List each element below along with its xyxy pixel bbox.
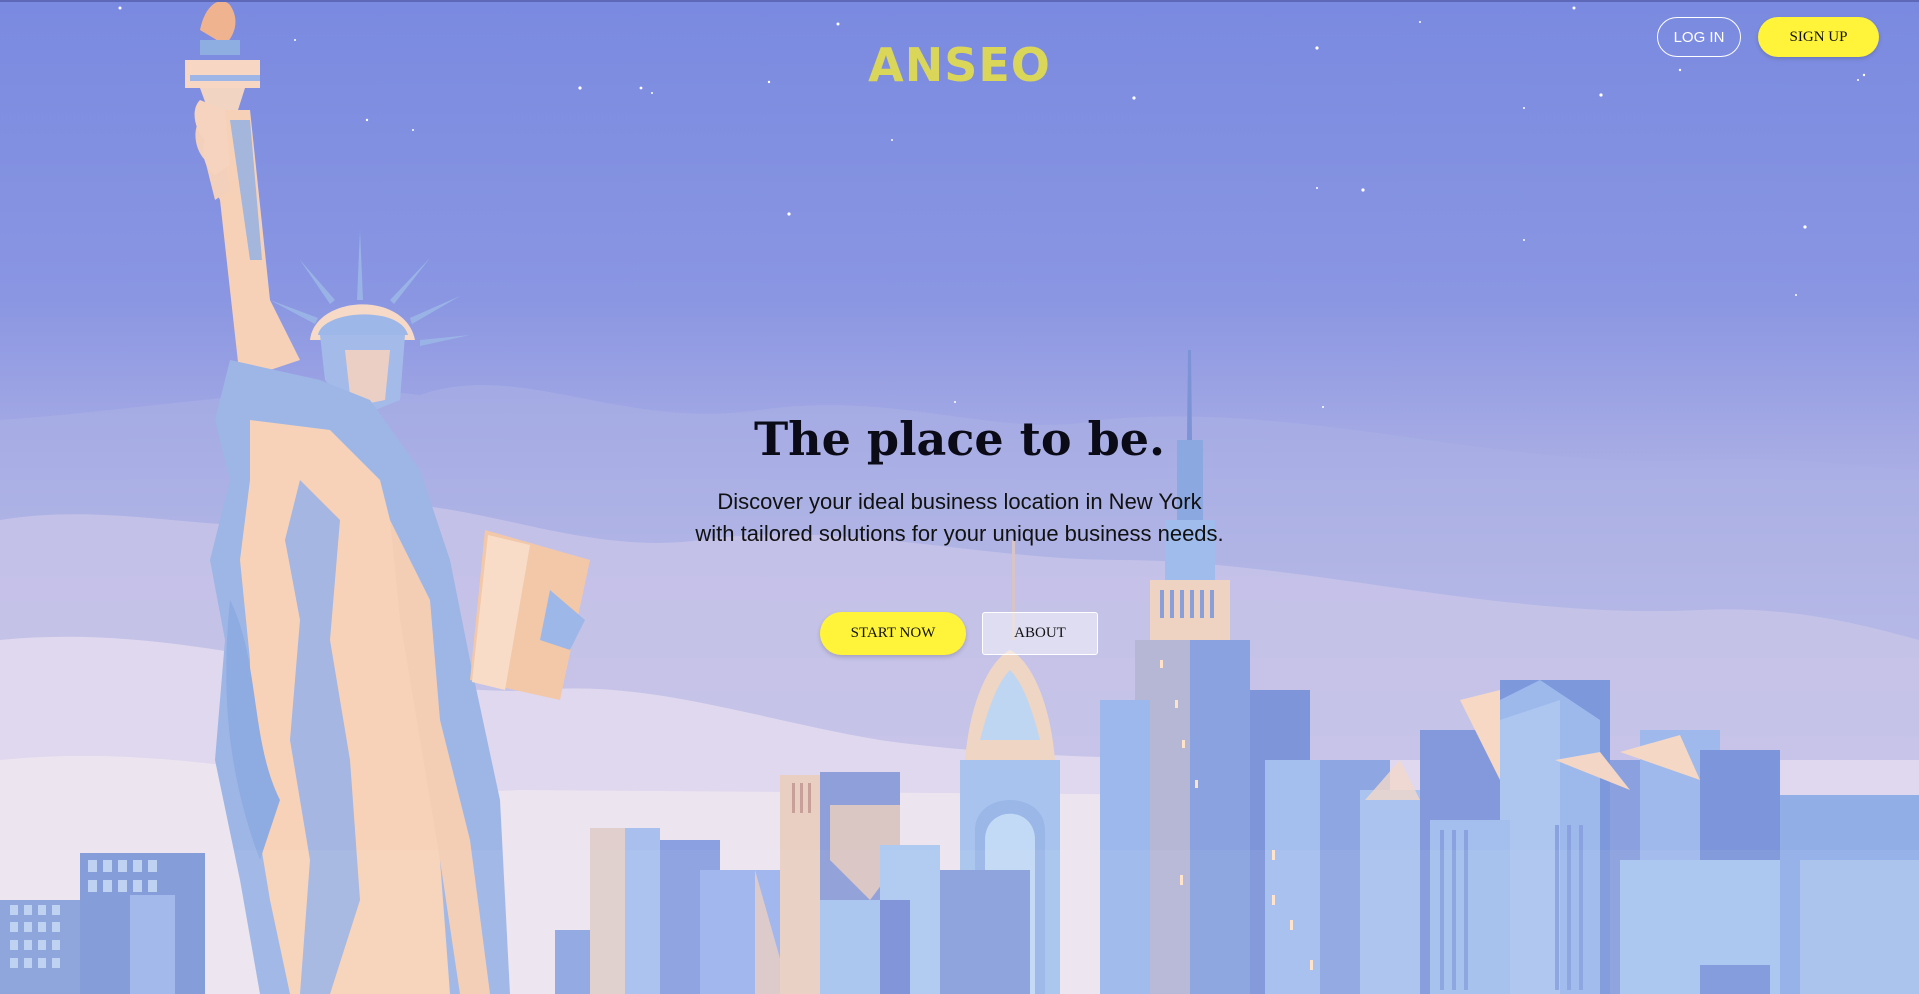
top-border	[0, 0, 1919, 2]
hero-title: The place to be.	[753, 412, 1166, 466]
hero-subtitle-line-1: Discover your ideal business location in…	[717, 489, 1202, 514]
start-now-button[interactable]: START NOW	[820, 612, 966, 655]
login-button[interactable]: LOG IN	[1657, 17, 1741, 57]
hero-subtitle: Discover your ideal business location in…	[0, 486, 1919, 550]
hero-subtitle-line-2: with tailored solutions for your unique …	[695, 521, 1224, 546]
brand-logo[interactable]: ANSEO	[0, 38, 1919, 92]
about-button[interactable]: ABOUT	[982, 612, 1098, 655]
signup-button[interactable]: SIGN UP	[1758, 17, 1879, 57]
moon-shape	[1626, 166, 1669, 230]
